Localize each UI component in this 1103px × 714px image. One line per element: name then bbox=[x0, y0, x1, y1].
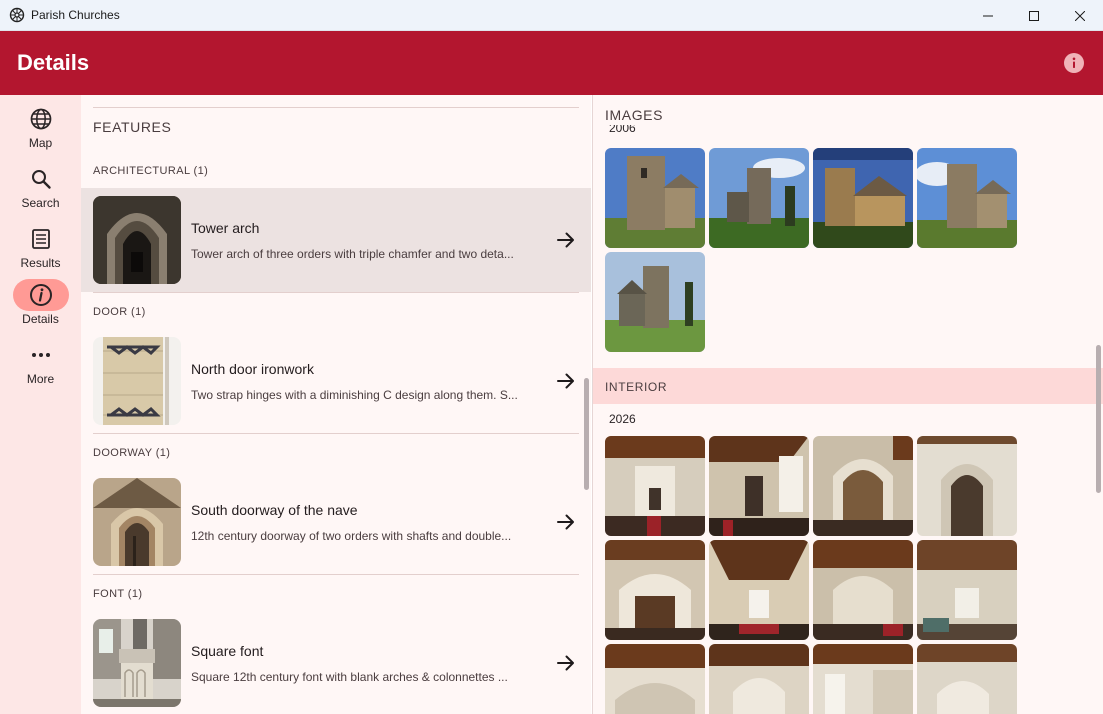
church-exterior-image[interactable] bbox=[605, 252, 705, 352]
feature-subtitle: 12th century doorway of two orders with … bbox=[191, 529, 512, 543]
info-icon[interactable] bbox=[1064, 53, 1084, 73]
rail-label-search: Search bbox=[21, 196, 60, 210]
close-button[interactable] bbox=[1057, 0, 1103, 31]
interior-image-grid bbox=[605, 436, 1017, 714]
rail-indicator-active bbox=[12, 279, 69, 311]
rail-indicator bbox=[13, 163, 69, 195]
list-icon bbox=[31, 229, 50, 249]
category-heading: FONT (1) bbox=[93, 588, 143, 600]
globe-icon bbox=[30, 108, 51, 130]
feature-subtitle: Square 12th century font with blank arch… bbox=[191, 670, 508, 684]
category-heading: DOORWAY (1) bbox=[93, 447, 171, 459]
church-exterior-image[interactable] bbox=[917, 148, 1017, 248]
church-interior-image[interactable] bbox=[709, 644, 809, 714]
maximize-button[interactable] bbox=[1011, 0, 1057, 31]
feature-title: Tower arch bbox=[191, 220, 260, 236]
arrow-right-icon[interactable] bbox=[556, 230, 576, 250]
feature-title: Square font bbox=[191, 643, 264, 659]
maximize-icon bbox=[1029, 10, 1039, 21]
divider bbox=[93, 107, 579, 108]
church-exterior-image[interactable] bbox=[813, 148, 913, 248]
interior-heading: INTERIOR bbox=[605, 380, 668, 394]
church-interior-image[interactable] bbox=[917, 540, 1017, 640]
feature-title: North door ironwork bbox=[191, 361, 314, 377]
rail-item-details[interactable]: Details bbox=[0, 279, 81, 337]
exterior-year-label: 2006 bbox=[609, 125, 636, 134]
church-interior-image[interactable] bbox=[813, 436, 913, 536]
church-exterior-image[interactable] bbox=[605, 148, 705, 248]
feature-thumbnail bbox=[93, 337, 181, 425]
exterior-image-grid bbox=[605, 148, 1017, 352]
feature-subtitle: Two strap hinges with a diminishing C de… bbox=[191, 388, 518, 402]
search-icon bbox=[31, 170, 51, 189]
navigation-rail: Map Search Results Details More bbox=[0, 95, 81, 714]
app-icon bbox=[9, 7, 25, 23]
feature-row-south-doorway[interactable]: South doorway of the nave 12th century d… bbox=[81, 470, 591, 574]
features-scrollbar[interactable] bbox=[584, 378, 589, 490]
category-heading: DOOR (1) bbox=[93, 306, 146, 318]
window-title: Parish Churches bbox=[31, 8, 120, 22]
images-pane: IMAGES 2006 INTERIOR 2026 bbox=[592, 95, 1103, 714]
feature-thumbnail bbox=[93, 478, 181, 566]
rail-item-results[interactable]: Results bbox=[0, 223, 81, 281]
church-interior-image[interactable] bbox=[813, 540, 913, 640]
minimize-icon bbox=[983, 15, 993, 16]
page-title: Details bbox=[17, 50, 90, 75]
interior-section-header: INTERIOR bbox=[593, 368, 1103, 404]
rail-item-map[interactable]: Map bbox=[0, 103, 81, 161]
rail-label-details: Details bbox=[22, 312, 59, 326]
rail-indicator bbox=[13, 223, 69, 255]
feature-row-north-door[interactable]: North door ironwork Two strap hinges wit… bbox=[81, 329, 591, 433]
window-titlebar: Parish Churches bbox=[0, 0, 1103, 31]
church-interior-image[interactable] bbox=[813, 644, 913, 714]
feature-row-tower-arch[interactable]: Tower arch Tower arch of three orders wi… bbox=[81, 188, 591, 292]
features-heading: FEATURES bbox=[93, 119, 172, 135]
category-heading: ARCHITECTURAL (1) bbox=[93, 165, 209, 177]
interior-year-label: 2026 bbox=[609, 412, 636, 426]
feature-thumbnail bbox=[93, 196, 181, 284]
rail-item-search[interactable]: Search bbox=[0, 163, 81, 221]
divider bbox=[93, 574, 579, 575]
church-interior-image[interactable] bbox=[709, 540, 809, 640]
feature-title: South doorway of the nave bbox=[191, 502, 358, 518]
rail-label-map: Map bbox=[28, 136, 53, 150]
feature-subtitle: Tower arch of three orders with triple c… bbox=[191, 247, 514, 261]
close-icon bbox=[1075, 10, 1085, 21]
feature-row-square-font[interactable]: Square font Square 12th century font wit… bbox=[81, 611, 591, 714]
app-bar: Details bbox=[0, 31, 1103, 95]
church-interior-image[interactable] bbox=[605, 540, 705, 640]
rail-label-more: More bbox=[26, 372, 55, 386]
rail-indicator bbox=[13, 339, 69, 371]
rail-indicator bbox=[13, 103, 69, 135]
church-exterior-image[interactable] bbox=[709, 148, 809, 248]
more-icon bbox=[31, 353, 50, 357]
church-interior-image[interactable] bbox=[605, 644, 705, 714]
feature-thumbnail bbox=[93, 619, 181, 707]
church-interior-image[interactable] bbox=[917, 436, 1017, 536]
images-heading: IMAGES bbox=[605, 107, 664, 123]
church-interior-image[interactable] bbox=[917, 644, 1017, 714]
minimize-button[interactable] bbox=[965, 0, 1011, 31]
arrow-right-icon[interactable] bbox=[556, 653, 576, 673]
divider bbox=[93, 292, 579, 293]
church-interior-image[interactable] bbox=[709, 436, 809, 536]
images-scrollbar[interactable] bbox=[1096, 345, 1101, 493]
arrow-right-icon[interactable] bbox=[556, 371, 576, 391]
info-icon bbox=[29, 284, 52, 306]
rail-label-results: Results bbox=[20, 256, 61, 270]
arrow-right-icon[interactable] bbox=[556, 512, 576, 532]
features-pane: FEATURES ARCHITECTURAL (1) Tower arch To… bbox=[81, 95, 591, 714]
rail-item-more[interactable]: More bbox=[0, 339, 81, 397]
church-interior-image[interactable] bbox=[605, 436, 705, 536]
divider bbox=[93, 433, 579, 434]
